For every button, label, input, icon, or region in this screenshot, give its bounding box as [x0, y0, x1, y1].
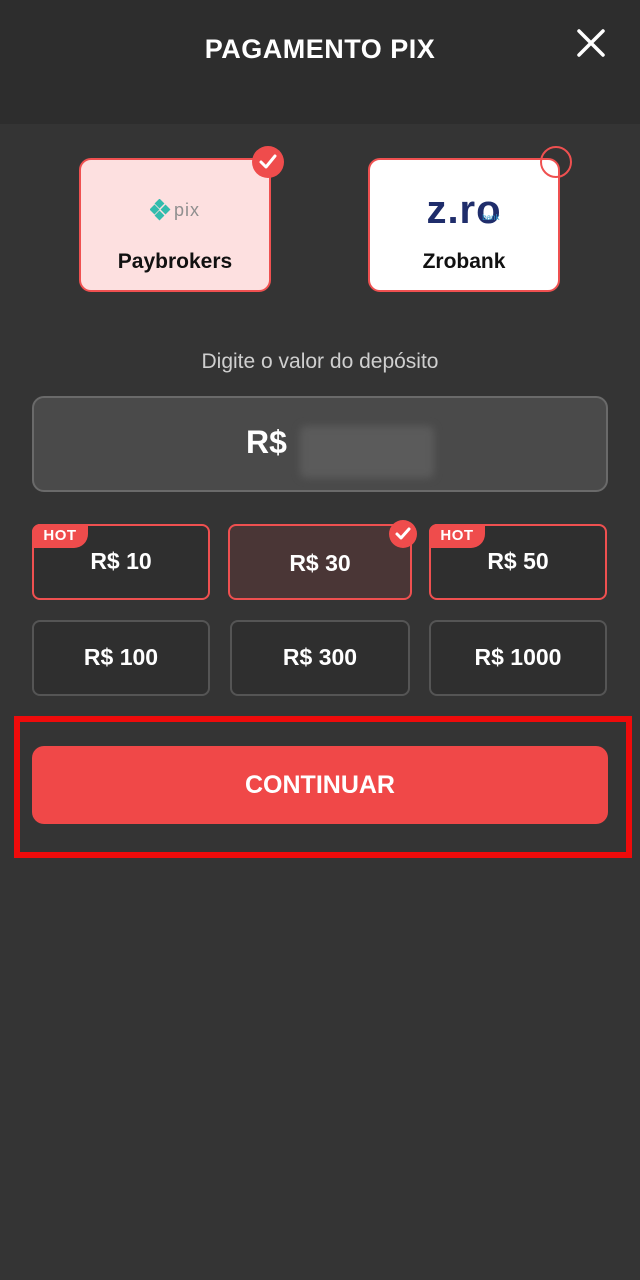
- amount-chip-1000[interactable]: R$ 1000: [429, 620, 607, 696]
- amount-chip-50[interactable]: HOT R$ 50: [429, 524, 607, 600]
- amount-chip-label: R$ 300: [282, 644, 358, 670]
- deposit-label: Digite o valor do depósito: [201, 350, 439, 373]
- close-icon[interactable]: [572, 24, 610, 62]
- page-title: PAGAMENTO PIX: [204, 34, 436, 64]
- provider-name: Zrobank: [422, 250, 506, 273]
- amount-chip-label: R$ 30: [289, 550, 351, 576]
- pix-logo-text: pix: [173, 199, 200, 220]
- unselected-radio-icon[interactable]: [540, 146, 572, 178]
- pix-logo: pix: [81, 186, 269, 234]
- selected-check-icon: [389, 520, 417, 548]
- amount-chip-10[interactable]: HOT R$ 10: [32, 524, 210, 600]
- redacted-amount: [300, 426, 434, 478]
- provider-card-paybrokers[interactable]: pix Paybrokers: [79, 158, 271, 292]
- amount-chip-100[interactable]: R$ 100: [32, 620, 210, 696]
- hot-badge: HOT: [429, 524, 485, 548]
- pix-diamond-icon: [149, 199, 171, 221]
- amount-chip-30[interactable]: R$ 30: [228, 524, 412, 600]
- currency-symbol: R$: [246, 424, 287, 460]
- amount-chip-300[interactable]: R$ 300: [230, 620, 410, 696]
- hot-badge: HOT: [32, 524, 88, 548]
- zrobank-logo-subtext: bank: [482, 213, 500, 222]
- header: PAGAMENTO PIX: [0, 0, 640, 124]
- continue-button[interactable]: CONTINUAR: [32, 746, 608, 824]
- amount-chip-label: R$ 50: [487, 548, 549, 574]
- amount-chip-label: R$ 10: [90, 548, 152, 574]
- deposit-amount-input[interactable]: R$: [32, 396, 608, 492]
- provider-name: Paybrokers: [117, 250, 233, 273]
- selected-check-icon: [252, 146, 284, 178]
- amount-chip-label: R$ 1000: [474, 644, 562, 670]
- provider-card-zrobank[interactable]: z.ro bank Zrobank: [368, 158, 560, 292]
- amount-chip-label: R$ 100: [83, 644, 159, 670]
- zrobank-logo: z.ro bank: [370, 186, 558, 234]
